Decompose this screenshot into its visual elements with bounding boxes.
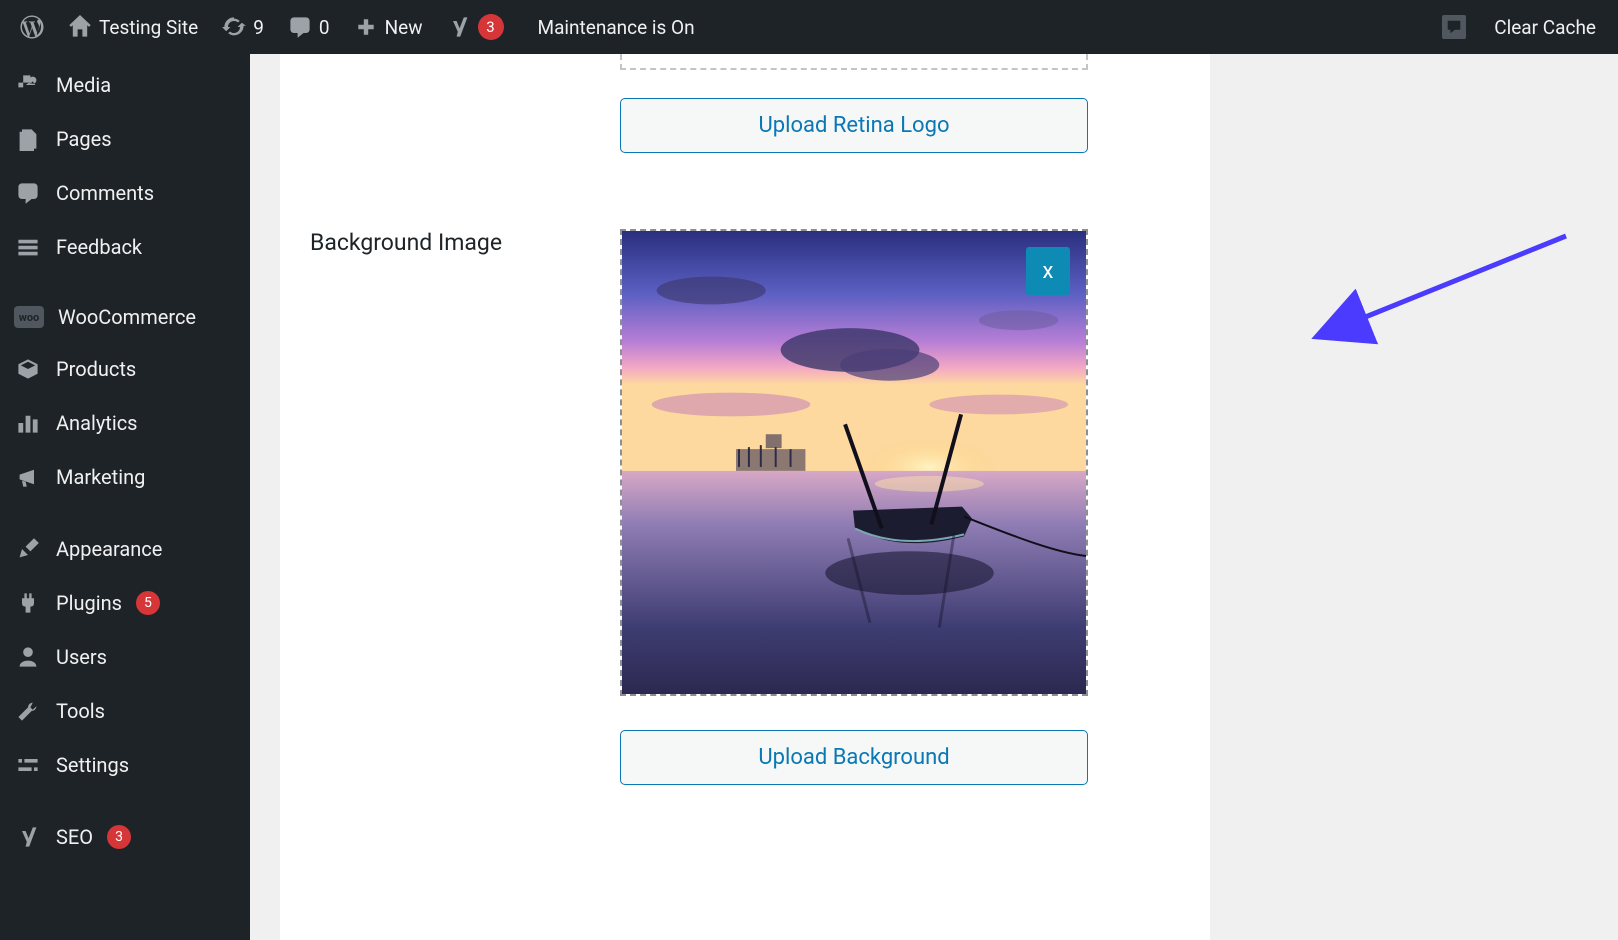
- yoast-menu[interactable]: 3: [435, 0, 516, 54]
- button-label: Upload Background: [758, 745, 949, 770]
- updates-count: 9: [253, 16, 264, 39]
- admin-bar: Testing Site 9 0 New 3 Maintenance is On…: [0, 0, 1618, 54]
- woocommerce-icon: woo: [14, 306, 44, 328]
- clear-cache-button[interactable]: Clear Cache: [1480, 16, 1610, 39]
- sidebar-item-settings[interactable]: Settings: [0, 738, 250, 792]
- background-image-label: Background Image: [310, 229, 502, 256]
- updates-menu[interactable]: 9: [210, 0, 276, 54]
- comments-menu[interactable]: 0: [276, 0, 342, 54]
- sidebar-item-label: Tools: [56, 699, 105, 723]
- retina-logo-placeholder: [620, 54, 1088, 70]
- sidebar-item-label: Plugins: [56, 591, 122, 615]
- wordpress-icon: [20, 15, 44, 39]
- sidebar-item-appearance[interactable]: Appearance: [0, 522, 250, 576]
- plugins-badge: 5: [136, 591, 160, 615]
- comments-count: 0: [319, 16, 330, 39]
- sidebar-item-label: Pages: [56, 127, 112, 151]
- comment-icon: [14, 179, 42, 207]
- new-label: New: [385, 16, 423, 39]
- seo-icon: [14, 823, 42, 851]
- yoast-badge: 3: [478, 14, 504, 40]
- maintenance-label: Maintenance is On: [538, 16, 695, 39]
- content-area: Upload Retina Logo Background Image: [250, 54, 1618, 940]
- remove-x-label: x: [1043, 259, 1054, 284]
- seo-badge: 3: [107, 825, 131, 849]
- sidebar-item-users[interactable]: Users: [0, 630, 250, 684]
- sidebar-item-feedback[interactable]: Feedback: [0, 220, 250, 274]
- sidebar-item-label: Products: [56, 357, 136, 381]
- settings-panel: Upload Retina Logo Background Image: [280, 54, 1210, 940]
- comments-icon: [288, 15, 312, 39]
- tools-icon: [14, 697, 42, 725]
- sidebar-item-products[interactable]: Products: [0, 342, 250, 396]
- sidebar-item-plugins[interactable]: Plugins 5: [0, 576, 250, 630]
- media-icon: [14, 71, 42, 99]
- notification-icon: [1442, 15, 1466, 39]
- users-icon: [14, 643, 42, 671]
- marketing-icon: [14, 463, 42, 491]
- plugins-icon: [14, 589, 42, 617]
- feedback-icon: [14, 233, 42, 261]
- upload-background-button[interactable]: Upload Background: [620, 730, 1088, 785]
- sidebar-item-label: WooCommerce: [58, 305, 196, 329]
- sidebar-item-label: Comments: [56, 181, 154, 205]
- upload-retina-logo-button[interactable]: Upload Retina Logo: [620, 98, 1088, 153]
- new-content-menu[interactable]: New: [342, 0, 435, 54]
- sidebar-item-label: Users: [56, 645, 107, 669]
- sidebar-item-label: Settings: [56, 753, 129, 777]
- yoast-icon: [447, 15, 471, 39]
- site-name-label: Testing Site: [99, 16, 198, 39]
- sidebar-item-marketing[interactable]: Marketing: [0, 450, 250, 504]
- notifications-menu[interactable]: [1428, 15, 1480, 39]
- sidebar-item-label: Marketing: [56, 465, 145, 489]
- maintenance-menu[interactable]: Maintenance is On: [516, 0, 707, 54]
- sidebar-item-label: Analytics: [56, 411, 138, 435]
- sidebar-item-label: Media: [56, 73, 111, 97]
- pages-icon: [14, 125, 42, 153]
- sidebar-item-media[interactable]: Media: [0, 58, 250, 112]
- updates-icon: [222, 15, 246, 39]
- wp-logo-menu[interactable]: [8, 0, 56, 54]
- sidebar-item-comments[interactable]: Comments: [0, 166, 250, 220]
- clear-cache-label: Clear Cache: [1494, 16, 1596, 39]
- analytics-icon: [14, 409, 42, 437]
- sidebar-item-tools[interactable]: Tools: [0, 684, 250, 738]
- remove-image-button[interactable]: x: [1026, 247, 1070, 295]
- sidebar-item-woocommerce[interactable]: woo WooCommerce: [0, 292, 250, 342]
- plus-icon: [354, 15, 378, 39]
- background-image-preview: x: [620, 229, 1088, 696]
- sidebar-item-label: Appearance: [56, 537, 162, 561]
- home-icon: [68, 15, 92, 39]
- annotation-arrow: [1341, 234, 1571, 334]
- appearance-icon: [14, 535, 42, 563]
- sidebar-item-analytics[interactable]: Analytics: [0, 396, 250, 450]
- products-icon: [14, 355, 42, 383]
- settings-icon: [14, 751, 42, 779]
- admin-sidebar: Media Pages Comments Feedback woo WooCom…: [0, 54, 250, 940]
- button-label: Upload Retina Logo: [759, 113, 950, 138]
- sidebar-item-seo[interactable]: SEO 3: [0, 810, 250, 864]
- sunset-image: [622, 231, 1086, 694]
- sidebar-item-label: Feedback: [56, 235, 142, 259]
- sidebar-item-label: SEO: [56, 825, 93, 849]
- site-name-menu[interactable]: Testing Site: [56, 0, 210, 54]
- sidebar-item-pages[interactable]: Pages: [0, 112, 250, 166]
